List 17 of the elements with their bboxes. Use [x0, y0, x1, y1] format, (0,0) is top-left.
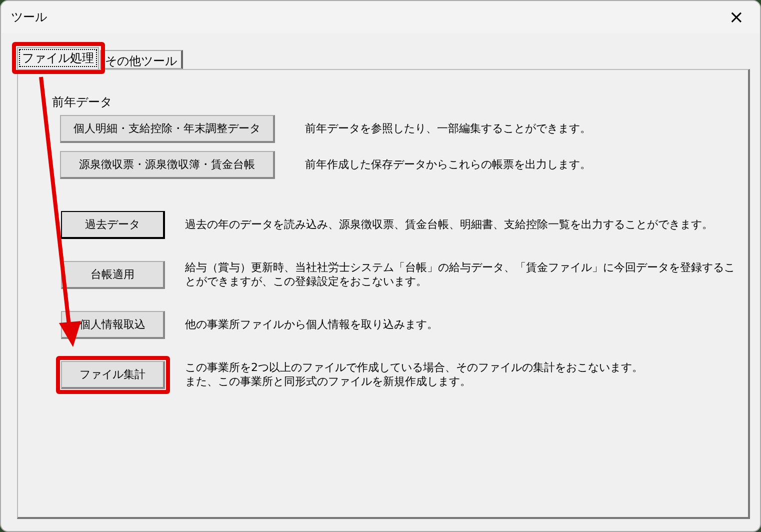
action-button[interactable]: 過去データ	[61, 211, 165, 239]
description-text: この事業所を2つ以上のファイルで作成している場合、そのファイルの集計をおこないます。 また、この事業所と同形式のファイルを新規作成します。	[185, 361, 643, 389]
description-text: 前年作成した保存データからこれらの帳票を出力します。	[305, 158, 591, 172]
description-text: 前年データを参照したり、一部編集することができます。	[305, 122, 591, 136]
description-text: 給与（賞与）更新時、当社社労士システム「台帳」の給与データ、「賃金ファイル」に今回データを登録するこ とができますが、この登録設定をおこないます。	[185, 261, 735, 289]
tab[interactable]: ファイル処理	[17, 47, 99, 69]
description-text: 他の事業所ファイルから個人情報を取り込みます。	[185, 318, 438, 332]
action-button[interactable]: ファイル集計	[61, 361, 165, 389]
description-text: 過去の年のデータを読み込み、源泉徴収票、賃金台帳、明細書、支給控除一覧を出力することができます。	[185, 218, 713, 232]
action-button[interactable]: 源泉徴収票・源泉徴収簿・賃金台帳	[60, 151, 275, 179]
window-title: ツール	[11, 8, 47, 26]
action-button[interactable]: 個人明細・支給控除・年末調整データ	[60, 115, 275, 143]
action-button[interactable]: 台帳適用	[61, 261, 165, 289]
section-label: 前年データ	[52, 94, 113, 111]
action-button[interactable]: 個人情報取込	[61, 311, 165, 339]
close-button[interactable]: ×	[722, 6, 750, 28]
tab[interactable]: その他ツール	[100, 50, 183, 69]
